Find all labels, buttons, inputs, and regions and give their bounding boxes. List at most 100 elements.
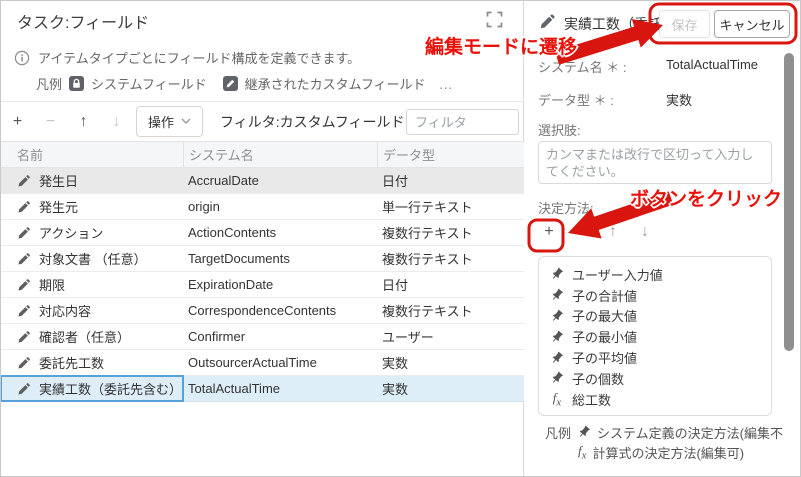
field-data-type: 実数 — [377, 350, 524, 375]
pin-icon — [550, 309, 564, 323]
pin-icon — [550, 351, 564, 365]
pencil-badge-icon — [223, 76, 238, 91]
fx-icon: fx — [550, 390, 564, 409]
method-option[interactable]: fx 総工数 — [550, 389, 760, 410]
table-row[interactable]: 委託先工数 OutsourcerActualTime 実数 — [1, 350, 524, 376]
method-option[interactable]: fx 子の最小値 — [550, 326, 760, 347]
field-system-name: Confirmer — [183, 324, 377, 349]
option-label: 子の最大値 — [572, 306, 637, 325]
column-header-name: 名前 — [1, 142, 183, 167]
field-data-type: 実数 — [377, 376, 524, 401]
fields-list-panel: タスク:フィールド アイテムタイプごとにフィールド構成を定義できます。 凡例 シ… — [1, 1, 524, 476]
field-data-type: 複数行テキスト — [377, 298, 524, 323]
field-data-type: 日付 — [377, 272, 524, 297]
list-toolbar: + − ↑ ↓ 操作 フィルタ:カスタムフィールド — [1, 101, 524, 141]
pin-icon — [550, 330, 564, 344]
table-row[interactable]: アクション ActionContents 複数行テキスト — [1, 220, 524, 246]
method-legend: 凡例 システム定義の決定方法(編集不 fx 計算式の決定方法(編集可) — [545, 422, 791, 462]
save-button[interactable]: 保存 — [659, 10, 710, 38]
legend-fx-text: 計算式の決定方法(編集可) — [592, 443, 744, 462]
method-label: 決定方法: — [538, 198, 594, 217]
method-move-up-button[interactable]: ↑ — [597, 223, 629, 241]
field-data-type: 複数行テキスト — [377, 246, 524, 271]
filter-input[interactable] — [406, 109, 519, 135]
method-option[interactable]: fx ユーザー入力値 — [550, 264, 760, 285]
add-method-button[interactable]: + — [533, 223, 565, 241]
scrollbar-thumb[interactable] — [784, 53, 794, 351]
field-name: 確認者（任意） — [39, 327, 130, 346]
field-system-name: origin — [183, 194, 377, 219]
field-name: 発生日 — [39, 171, 78, 190]
choices-label: 選択肢: — [538, 120, 581, 139]
table-row[interactable]: 対応内容 CorrespondenceContents 複数行テキスト — [1, 298, 524, 324]
info-text: アイテムタイプごとにフィールド構成を定義できます。 — [38, 48, 360, 67]
lock-icon — [69, 76, 84, 91]
cancel-button[interactable]: キャンセル — [714, 10, 790, 38]
option-label: 子の最小値 — [572, 327, 637, 346]
pencil-icon — [17, 252, 31, 266]
data-type-value: 実数 — [666, 90, 692, 109]
method-options-list: fx ユーザー入力値 fx 子の合計値 fx 子の最大値 fx 子の最小値 fx… — [538, 256, 772, 416]
legend-label: 凡例 — [545, 423, 571, 442]
field-name: 対象文書 （任意） — [39, 249, 147, 268]
pencil-icon — [539, 13, 556, 30]
pencil-icon — [17, 174, 31, 188]
table-row[interactable]: 期限 ExpirationDate 日付 — [1, 272, 524, 298]
field-name: 期限 — [39, 275, 65, 294]
table-row[interactable]: 発生日 AccrualDate 日付 — [1, 168, 524, 194]
field-name: 委託先工数 — [39, 353, 104, 372]
pencil-icon — [17, 330, 31, 344]
field-system-name: TargetDocuments — [183, 246, 377, 271]
more-icon[interactable]: … — [439, 76, 454, 92]
remove-field-button[interactable]: − — [34, 113, 67, 131]
field-system-name: AccrualDate — [183, 168, 377, 193]
move-down-button[interactable]: ↓ — [100, 113, 133, 131]
actions-dropdown[interactable]: 操作 — [136, 106, 203, 137]
field-system-name: CorrespondenceContents — [183, 298, 377, 323]
move-up-button[interactable]: ↑ — [67, 113, 100, 131]
pencil-icon — [17, 226, 31, 240]
fields-table: 名前 システム名 データ型 発生日 AccrualDate 日付 発生元 ori… — [1, 141, 524, 402]
legend-item-label: システムフィールド — [91, 74, 207, 93]
pencil-icon — [17, 304, 31, 318]
remove-method-button[interactable]: − — [565, 223, 597, 241]
data-type-label: データ型 ＊ : — [538, 90, 614, 109]
system-name-value: TotalActualTime — [666, 57, 758, 72]
chevron-down-icon — [181, 118, 191, 125]
column-header-data-type: データ型 — [377, 142, 524, 167]
edit-panel-title: 実績工数（委託先含む） — [564, 14, 660, 34]
pin-icon — [550, 288, 564, 302]
table-row[interactable]: 確認者（任意） Confirmer ユーザー — [1, 324, 524, 350]
field-system-name: TotalActualTime — [183, 376, 377, 401]
table-row[interactable]: 実績工数（委託先含む） TotalActualTime 実数 — [1, 376, 524, 402]
table-header: 名前 システム名 データ型 — [1, 142, 524, 168]
method-option[interactable]: fx 子の最大値 — [550, 306, 760, 327]
field-system-name: OutsourcerActualTime — [183, 350, 377, 375]
choices-textarea[interactable] — [538, 141, 772, 184]
filter-type-dropdown[interactable]: フィルタ:カスタムフィールド — [220, 112, 423, 132]
pin-icon — [577, 425, 591, 439]
legend-item-label: 継承されたカスタムフィールド — [245, 74, 426, 93]
table-row[interactable]: 対象文書 （任意） TargetDocuments 複数行テキスト — [1, 246, 524, 272]
field-data-type: 複数行テキスト — [377, 220, 524, 245]
field-system-name: ActionContents — [183, 220, 377, 245]
field-table-body: 発生日 AccrualDate 日付 発生元 origin 単一行テキスト アク… — [1, 168, 524, 402]
option-label: 子の個数 — [572, 369, 624, 388]
app-window: タスク:フィールド アイテムタイプごとにフィールド構成を定義できます。 凡例 シ… — [0, 0, 801, 477]
method-option[interactable]: fx 子の個数 — [550, 368, 760, 389]
pencil-icon — [17, 382, 31, 396]
method-move-down-button[interactable]: ↓ — [629, 223, 661, 241]
option-label: 子の平均値 — [572, 348, 637, 367]
field-name: アクション — [39, 223, 103, 242]
pin-icon — [550, 267, 564, 281]
method-option[interactable]: fx 子の合計値 — [550, 285, 760, 306]
field-data-type: 日付 — [377, 168, 524, 193]
field-system-name: ExpirationDate — [183, 272, 377, 297]
field-name: 発生元 — [39, 197, 78, 216]
field-data-type: 単一行テキスト — [377, 194, 524, 219]
method-option[interactable]: fx 子の平均値 — [550, 347, 760, 368]
table-row[interactable]: 発生元 origin 単一行テキスト — [1, 194, 524, 220]
expand-icon[interactable] — [486, 11, 503, 28]
column-header-system-name: システム名 — [183, 142, 377, 167]
add-field-button[interactable]: + — [1, 113, 34, 131]
